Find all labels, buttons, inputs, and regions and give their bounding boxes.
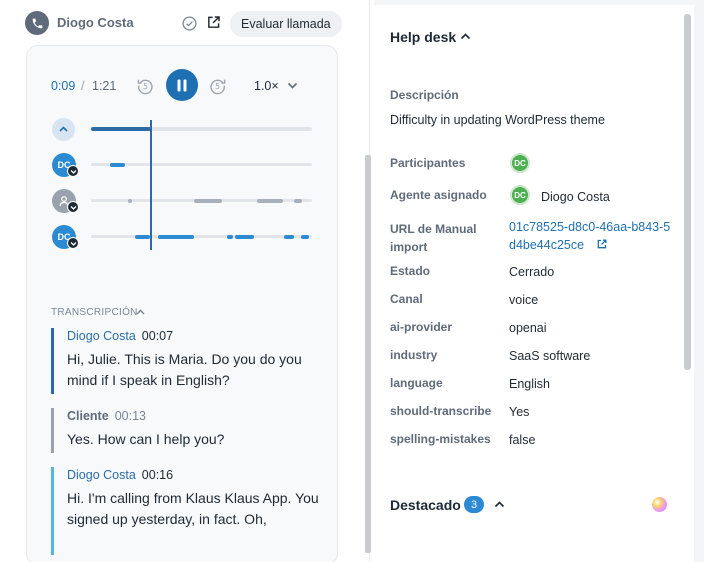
field-label: industry (390, 348, 438, 362)
field-value: Yes (509, 405, 530, 419)
field-label: should-transcribe (390, 404, 492, 418)
skip-forward-label: 5 (215, 82, 220, 91)
field-label: Canal (390, 292, 423, 306)
message-time: 00:16 (141, 468, 174, 482)
evaluate-call-button[interactable]: Evaluar llamada (230, 11, 342, 37)
call-header: Diogo Costa Evaluar llamada (0, 0, 362, 44)
speaker-name: Diogo Costa (67, 468, 136, 482)
field-label: ai-provider (390, 320, 453, 334)
avatar[interactable]: DC (510, 153, 530, 173)
field-label: Estado (390, 264, 431, 278)
message-text: Hi, Julie. This is Maria. Do you do you … (67, 351, 302, 388)
avatar: DC (510, 185, 530, 205)
chevron-up-icon[interactable] (459, 30, 472, 43)
participants-label: Participantes (390, 156, 466, 170)
field-value: SaaS software (509, 349, 591, 363)
caller-name: Diogo Costa (57, 15, 134, 30)
scrollbar[interactable] (365, 155, 371, 553)
window-edge (694, 0, 704, 562)
speaker-name: Cliente (67, 409, 109, 423)
speech-segment (128, 198, 132, 203)
speech-segment (135, 234, 150, 239)
speaker-lane[interactable] (91, 198, 312, 203)
collapse-lanes-button[interactable] (52, 118, 75, 141)
field-label: spelling-mistakes (390, 432, 491, 446)
agent-name: Diogo Costa (541, 190, 610, 204)
playhead[interactable] (150, 120, 152, 250)
field-value: English (509, 377, 550, 391)
message-time: 00:07 (141, 329, 174, 343)
check-circle-icon[interactable] (181, 15, 198, 32)
chevron-up-icon (59, 126, 68, 132)
playback-speed[interactable]: 1.0× (254, 79, 279, 93)
speaker-name: Diogo Costa (67, 329, 136, 343)
speech-segment (227, 234, 233, 239)
agent-label: Agente asignado (390, 188, 487, 202)
field-value: voice (509, 293, 539, 307)
field-value: Cerrado (509, 265, 555, 279)
chevron-down-icon[interactable] (67, 237, 79, 249)
skip-back-label: 5 (143, 82, 148, 91)
phone-icon (25, 11, 49, 35)
skip-forward-icon[interactable]: 5 (208, 76, 227, 95)
details-panel (374, 0, 704, 562)
pause-button[interactable] (166, 69, 198, 101)
timeline-progress (91, 127, 151, 131)
chevron-down-icon[interactable] (67, 165, 79, 177)
skip-back-icon[interactable]: 5 (136, 76, 155, 95)
speaker-lane[interactable] (91, 162, 312, 167)
field-label: language (390, 376, 443, 390)
chevron-down-icon[interactable] (67, 201, 79, 213)
transcript-message[interactable]: Diogo Costa 00:07 Hi, Julie. This is Mari… (51, 328, 321, 394)
call-panel: Diogo Costa Evaluar llamada 0:09 / 1:21 … (0, 0, 371, 562)
description-label: Descripción (390, 88, 459, 102)
message-text: Yes. How can I help you? (67, 431, 225, 447)
time-separator: / (81, 79, 85, 93)
description-value: Difficulty in updating WordPress theme (390, 113, 605, 127)
transcript-message[interactable]: Cliente 00:13 Yes. How can I help you? (51, 408, 321, 453)
external-link-icon[interactable] (205, 14, 222, 31)
field-value: openai (509, 321, 547, 335)
scrollbar[interactable] (684, 14, 691, 370)
helpdesk-title[interactable]: Help desk (390, 29, 456, 45)
panel-top-divider (374, 0, 694, 5)
url-link[interactable]: 01c78525-d8c0-46aa-b843-5d4be44c25ce (509, 218, 674, 254)
chevron-up-icon[interactable] (135, 306, 146, 317)
speech-segment (301, 234, 309, 239)
ai-orb-icon[interactable] (652, 497, 667, 512)
message-time: 00:13 (114, 409, 146, 423)
speech-segment (158, 234, 194, 239)
speech-segment (294, 198, 302, 203)
chevron-up-icon[interactable] (493, 498, 506, 511)
speech-segment (257, 198, 283, 203)
external-link-icon (597, 239, 607, 249)
speech-segment (110, 162, 125, 167)
speaker-lane[interactable] (91, 234, 312, 239)
transcription-title: TRANSCRIPCIÓN (51, 307, 138, 318)
field-value: false (509, 433, 536, 447)
chevron-down-icon[interactable] (286, 79, 299, 92)
speech-segment (284, 234, 294, 239)
pause-icon (177, 79, 187, 91)
url-label: URL de Manual import (390, 222, 477, 254)
transcript-message[interactable]: Diogo Costa 00:16 Hi. I'm calling from Kl… (51, 467, 321, 555)
highlights-title[interactable]: Destacado (390, 497, 461, 513)
speech-segment (235, 234, 254, 239)
highlights-count-badge: 3 (464, 496, 484, 513)
speech-segment (194, 198, 222, 203)
current-time: 0:09 (51, 79, 76, 93)
total-time: 1:21 (92, 79, 117, 93)
message-text: Hi. I'm calling from Klaus Klaus App. Yo… (67, 490, 319, 527)
